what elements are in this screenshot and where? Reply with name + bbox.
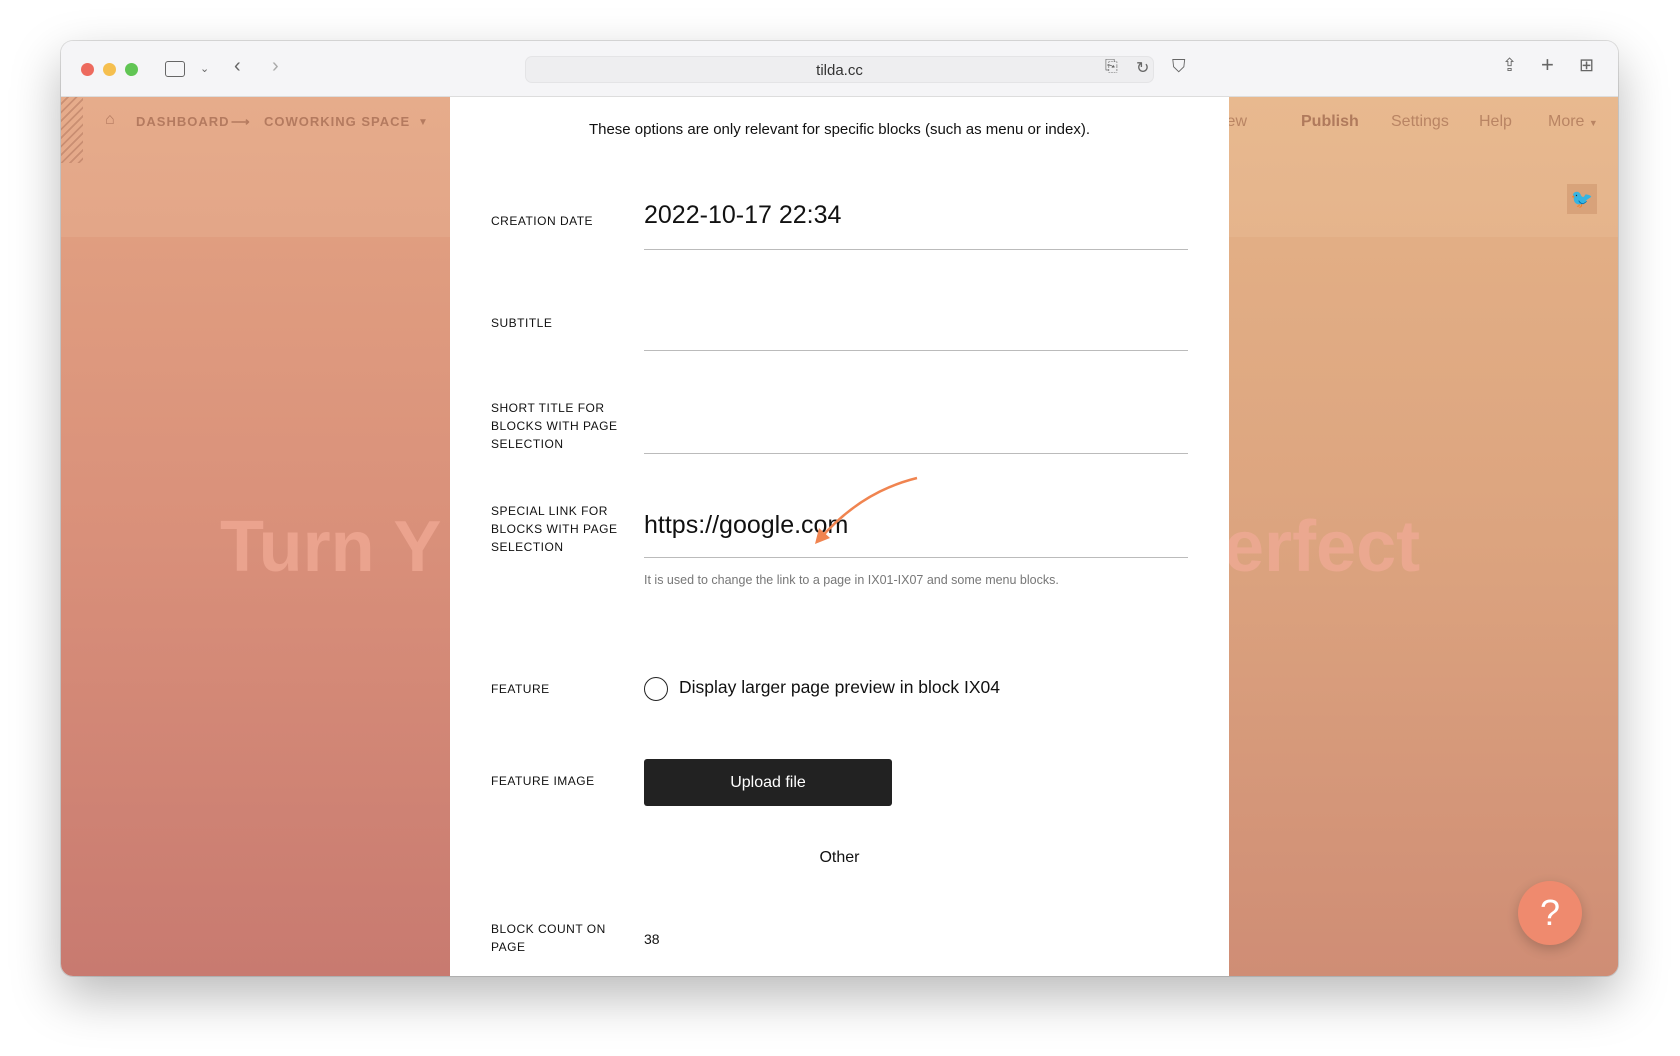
reload-icon[interactable]: ↻ [1136, 58, 1149, 78]
short-title-input[interactable] [644, 414, 1188, 454]
subtitle-input[interactable] [644, 311, 1188, 351]
chevron-down-icon[interactable]: ▼ [418, 117, 429, 128]
zigzag-decoration [61, 97, 83, 163]
nav-publish[interactable]: Publish [1301, 113, 1359, 131]
twitter-icon[interactable]: 🐦 [1567, 184, 1597, 214]
feature-checkbox[interactable] [644, 677, 668, 701]
feature-label: FEATURE [491, 682, 550, 696]
special-link-field[interactable] [644, 557, 1188, 558]
close-window-button[interactable] [81, 63, 94, 76]
sidebar-toggle-icon[interactable] [165, 61, 185, 77]
creation-date-value[interactable]: 2022-10-17 22:34 [644, 201, 841, 230]
home-icon[interactable]: ⌂ [105, 111, 116, 129]
tab-overview-icon[interactable]: ⊞ [1579, 55, 1594, 76]
options-note: These options are only relevant for spec… [588, 121, 1091, 138]
new-tab-icon[interactable]: + [1541, 52, 1554, 78]
translate-icon[interactable]: ⎘ [1105, 58, 1118, 76]
url-text: tilda.cc [816, 62, 863, 79]
share-icon[interactable]: ⇪ [1502, 55, 1517, 76]
hero-headline-right: erfect [1229, 507, 1421, 587]
breadcrumb-dashboard[interactable]: DASHBOARD [136, 114, 230, 129]
feature-image-label: FEATURE IMAGE [491, 774, 595, 788]
block-count-value: 38 [644, 931, 660, 947]
forward-icon[interactable]: › [272, 55, 279, 78]
block-count-label: BLOCK COUNT ON PAGE [491, 922, 606, 954]
nav-help[interactable]: Help [1479, 113, 1512, 131]
creation-date-label: CREATION DATE [491, 214, 594, 228]
subtitle-label: SUBTITLE [491, 316, 553, 330]
upload-file-button[interactable]: Upload file [644, 759, 892, 806]
address-bar[interactable]: tilda.cc [525, 56, 1154, 83]
nav-more[interactable]: More ▼ [1548, 113, 1598, 131]
other-section-heading: Other [819, 849, 860, 866]
maximize-window-button[interactable] [125, 63, 138, 76]
browser-toolbar: ⌄ ‹ › tilda.cc ⎘ ↻ ⛉ ⇪ + ⊞ [61, 41, 1618, 97]
shield-icon[interactable]: ⛉ [1172, 56, 1186, 77]
browser-window: ⌄ ‹ › tilda.cc ⎘ ↻ ⛉ ⇪ + ⊞ ⌂ DASHBOARD ⟶… [61, 41, 1618, 976]
feature-option-label[interactable]: Display larger page preview in block IX0… [679, 677, 1000, 698]
caret-down-icon: ▼ [1588, 118, 1598, 128]
hero-headline-left: Turn Y [220, 507, 442, 587]
chevron-down-icon[interactable]: ⌄ [200, 62, 209, 75]
page-settings-panel: These options are only relevant for spec… [450, 97, 1229, 976]
breadcrumb-arrow: ⟶ [231, 114, 251, 129]
short-title-label: SHORT TITLE FOR BLOCKS WITH PAGE SELECTI… [491, 401, 618, 451]
creation-date-field[interactable] [644, 249, 1188, 250]
breadcrumb-coworking-space[interactable]: COWORKING SPACE [264, 114, 410, 129]
special-link-hint: It is used to change the link to a page … [644, 573, 1059, 587]
back-icon[interactable]: ‹ [234, 55, 241, 78]
annotation-arrow [815, 476, 918, 544]
nav-preview[interactable]: eview [1229, 113, 1247, 131]
special-link-label: SPECIAL LINK FOR BLOCKS WITH PAGE SELECT… [491, 504, 618, 554]
minimize-window-button[interactable] [103, 63, 116, 76]
nav-settings[interactable]: Settings [1391, 113, 1449, 131]
help-button[interactable]: ? [1518, 881, 1582, 945]
